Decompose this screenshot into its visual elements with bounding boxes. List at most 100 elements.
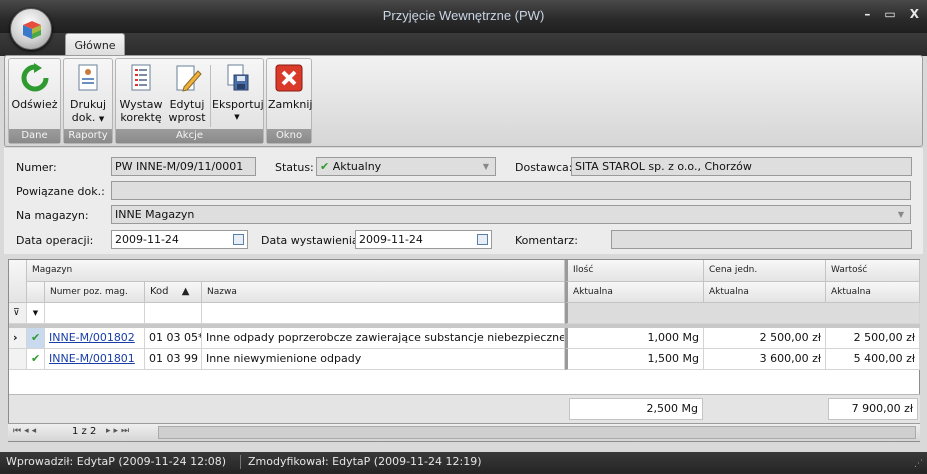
operation-date-field[interactable]: 2009-11-24 [111, 230, 248, 249]
edit-pencil-icon [172, 63, 202, 93]
warehouse-dropdown[interactable]: INNE Magazyn ▼ [111, 205, 911, 224]
status-label: Status: [275, 161, 314, 174]
row-kod-cell: 01 03 99 [145, 349, 202, 370]
maximize-button[interactable]: ▭ [884, 7, 895, 21]
print-document-button[interactable]: Drukuj dok. ▼ [66, 61, 110, 126]
chevron-down-icon: ▼ [482, 162, 489, 171]
issue-correction-button[interactable]: Wystaw korektę [119, 61, 163, 124]
close-document-button[interactable]: Zamknij [268, 61, 312, 111]
filter-dropdown[interactable]: ▼ [27, 303, 45, 324]
row-nazwa-cell: Inne niewymienione odpady [202, 349, 565, 370]
group-label-okno: Okno [267, 129, 311, 143]
band-cena: Cena jedn. [704, 260, 826, 282]
row-numer-link[interactable]: INNE-M/001802 [49, 331, 135, 344]
chevron-down-icon: ▼ [98, 115, 105, 123]
row-cena-cell: 2 500,00 zł [704, 328, 826, 349]
sum-wartosc: 7 900,00 zł [828, 398, 918, 420]
supplier-label: Dostawca: [515, 161, 573, 174]
operation-date-label: Data operacji: [16, 234, 94, 247]
print-label-2: dok. [71, 111, 96, 124]
column-header-status[interactable] [27, 282, 45, 303]
status-dropdown[interactable]: ✔ Aktualny ▼ [316, 157, 496, 176]
export-button[interactable]: Eksportuj ▼ [212, 61, 264, 124]
issue-date-field[interactable]: 2009-11-24 [355, 230, 492, 249]
group-raporty: Drukuj dok. ▼ Raporty [63, 58, 113, 144]
row-numer-cell[interactable]: INNE-M/001801 [45, 349, 145, 370]
column-header-ilosc[interactable]: Aktualna [565, 282, 704, 303]
refresh-label: Odśwież [11, 98, 58, 111]
issue-date-value: 2009-11-24 [359, 233, 423, 246]
operation-date-value: 2009-11-24 [115, 233, 179, 246]
app-cube-icon [23, 21, 41, 39]
filter-cell[interactable] [202, 303, 565, 324]
modified-by: Zmodyfikował: EdytaP (2009-11-24 12:19) [248, 455, 482, 468]
row-cena-cell: 3 600,00 zł [704, 349, 826, 370]
status-bar: Wprowadził: EdytaP (2009-11-24 12:08) Zm… [0, 452, 927, 473]
column-header-kod[interactable]: Kod ▲ [145, 282, 202, 303]
edit-label-2: wprost [168, 111, 206, 124]
calendar-icon[interactable] [477, 234, 488, 245]
record-navigator: ⏮◂◂ 1 z 2 ▸▸⏭ [8, 423, 920, 441]
row-indicator-icon: › [9, 328, 27, 349]
comment-field[interactable] [611, 230, 912, 249]
warehouse-value: INNE Magazyn [115, 208, 195, 221]
related-docs-label: Powiązane dok.: [16, 185, 105, 198]
correction-label-2: korektę [120, 111, 162, 124]
group-akcje: Wystaw korektę Edytuj wprost Eksportuj ▼… [115, 58, 264, 144]
warehouse-label: Na magazyn: [16, 209, 89, 222]
row-numer-cell[interactable]: INNE-M/001802 [45, 328, 145, 349]
resize-grip-icon[interactable]: ⋰ [914, 454, 923, 474]
chevron-down-icon: ▼ [897, 210, 904, 219]
number-field[interactable]: PW INNE-M/09/11/0001 [111, 157, 256, 176]
edit-directly-button[interactable]: Edytuj wprost [165, 61, 209, 124]
edit-label-1: Edytuj [169, 98, 205, 111]
row-kod-cell: 01 03 05* [145, 328, 202, 349]
grid-footer [9, 394, 920, 423]
print-document-icon [73, 63, 103, 93]
sort-ascending-icon: ▲ [181, 286, 190, 297]
export-floppy-icon [222, 63, 252, 93]
checkmark-icon: ✔ [320, 160, 330, 173]
related-docs-field[interactable] [111, 181, 911, 200]
filter-cell[interactable] [45, 303, 145, 324]
nav-first-prev-icons[interactable]: ⏮◂◂ [13, 426, 39, 436]
column-header-nazwa[interactable]: Nazwa [202, 282, 565, 303]
nav-next-last-icons[interactable]: ▸▸⏭ [106, 426, 132, 436]
column-header-cena[interactable]: Aktualna [704, 282, 826, 303]
supplier-field[interactable]: SITA STAROL sp. z o.o., Chorzów [571, 157, 912, 176]
filter-cell[interactable] [145, 303, 202, 324]
refresh-icon [20, 63, 50, 93]
document-list-icon [126, 63, 156, 93]
application-menu-button[interactable] [10, 8, 52, 50]
tab-glowne[interactable]: Główne [65, 33, 125, 56]
column-header-wartosc[interactable]: Aktualna [826, 282, 920, 303]
title-bar: Przyjęcie Wewnętrzne (PW) – ▭ X [0, 0, 927, 33]
row-numer-link[interactable]: INNE-M/001801 [49, 352, 135, 365]
pager-text: 1 z 2 [72, 426, 97, 437]
calendar-icon[interactable] [233, 234, 244, 245]
row-ilosc-cell: 1,000 Mg [565, 328, 704, 349]
row-wartosc-cell: 5 400,00 zł [826, 349, 920, 370]
close-window-button[interactable]: X [910, 7, 919, 21]
correction-label-1: Wystaw [119, 98, 163, 111]
export-label: Eksportuj [212, 98, 264, 111]
filter-cell [565, 303, 920, 324]
column-header-kod-label: Kod [150, 286, 169, 297]
status-separator [240, 455, 241, 469]
horizontal-scrollbar[interactable] [158, 426, 916, 439]
column-header-numer[interactable]: Numer poz. mag. [45, 282, 145, 303]
number-label: Numer: [16, 161, 57, 174]
comment-label: Komentarz: [515, 234, 578, 247]
refresh-button[interactable]: Odśwież [11, 61, 58, 111]
issue-date-label: Data wystawienia: [261, 234, 363, 247]
row-wartosc-cell: 2 500,00 zł [826, 328, 920, 349]
chevron-down-icon: ▼ [234, 113, 240, 121]
ribbon-tab-strip [0, 33, 927, 56]
group-okno: Zamknij Okno [266, 58, 312, 144]
row-nazwa-cell: Inne odpady poprzerobcze zawierające sub… [202, 328, 565, 349]
entered-by: Wprowadził: EdytaP (2009-11-24 12:08) [6, 455, 227, 468]
filter-icon[interactable]: ⊽ [9, 303, 27, 324]
row-indicator [9, 349, 27, 370]
checkmark-icon: ✔ [27, 328, 45, 349]
minimize-button[interactable]: – [864, 7, 870, 21]
